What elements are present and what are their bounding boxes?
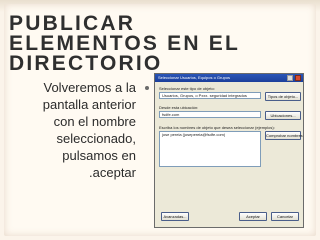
dialog-titlebar: Seleccionar Usuarios, Equipos o Grupos bbox=[155, 74, 303, 82]
close-icon[interactable] bbox=[295, 75, 301, 81]
slide-body-text: Volveremos a la pantalla anterior con el… bbox=[2, 79, 136, 181]
advanced-button[interactable]: Avanzadas... bbox=[161, 212, 189, 221]
help-icon[interactable] bbox=[287, 75, 293, 81]
object-type-field: Usuarios, Grupos, o Pxxx. seguridad inte… bbox=[159, 92, 261, 99]
location-field: fsdfe.com bbox=[159, 111, 261, 118]
body-line-2: pantalla anterior bbox=[42, 97, 136, 112]
cancel-button[interactable]: Cancelar bbox=[271, 212, 299, 221]
object-type-label: Seleccionar este tipo de objeto: bbox=[159, 86, 215, 91]
names-label: Escriba los nombres de objeto que desea … bbox=[159, 125, 275, 130]
dialog-title: Seleccionar Usuarios, Equipos o Grupos bbox=[158, 75, 231, 80]
body-line-4: seleccionado, bbox=[56, 131, 137, 146]
object-names-input[interactable]: jose pereia (josepereia@fsdfe.com) bbox=[159, 131, 261, 167]
ok-button[interactable]: Aceptar bbox=[239, 212, 267, 221]
select-users-dialog: Seleccionar Usuarios, Equipos o Grupos S… bbox=[154, 73, 304, 228]
body-line-6: .aceptar bbox=[89, 165, 136, 180]
bullet-dot-icon bbox=[145, 86, 149, 90]
location-label: Desde esta ubicación: bbox=[159, 105, 199, 110]
body-line-5: pulsamos en bbox=[62, 148, 136, 163]
body-line-3: con el nombre bbox=[53, 114, 136, 129]
locations-button[interactable]: Ubicaciones... bbox=[265, 111, 301, 120]
slide-title: PUBLICAR ELEMENTOS EN EL DIRECTORIO bbox=[9, 12, 309, 75]
object-types-button[interactable]: Tipos de objeto... bbox=[265, 92, 301, 101]
slide-title-line-1: PUBLICAR bbox=[9, 12, 136, 35]
slide-title-line-3: DIRECTORIO bbox=[9, 52, 163, 75]
check-names-button[interactable]: Comprobar nombres bbox=[265, 131, 303, 140]
body-line-1: Volveremos a la bbox=[43, 80, 137, 95]
slide-title-line-2: ELEMENTOS EN EL bbox=[9, 32, 240, 55]
